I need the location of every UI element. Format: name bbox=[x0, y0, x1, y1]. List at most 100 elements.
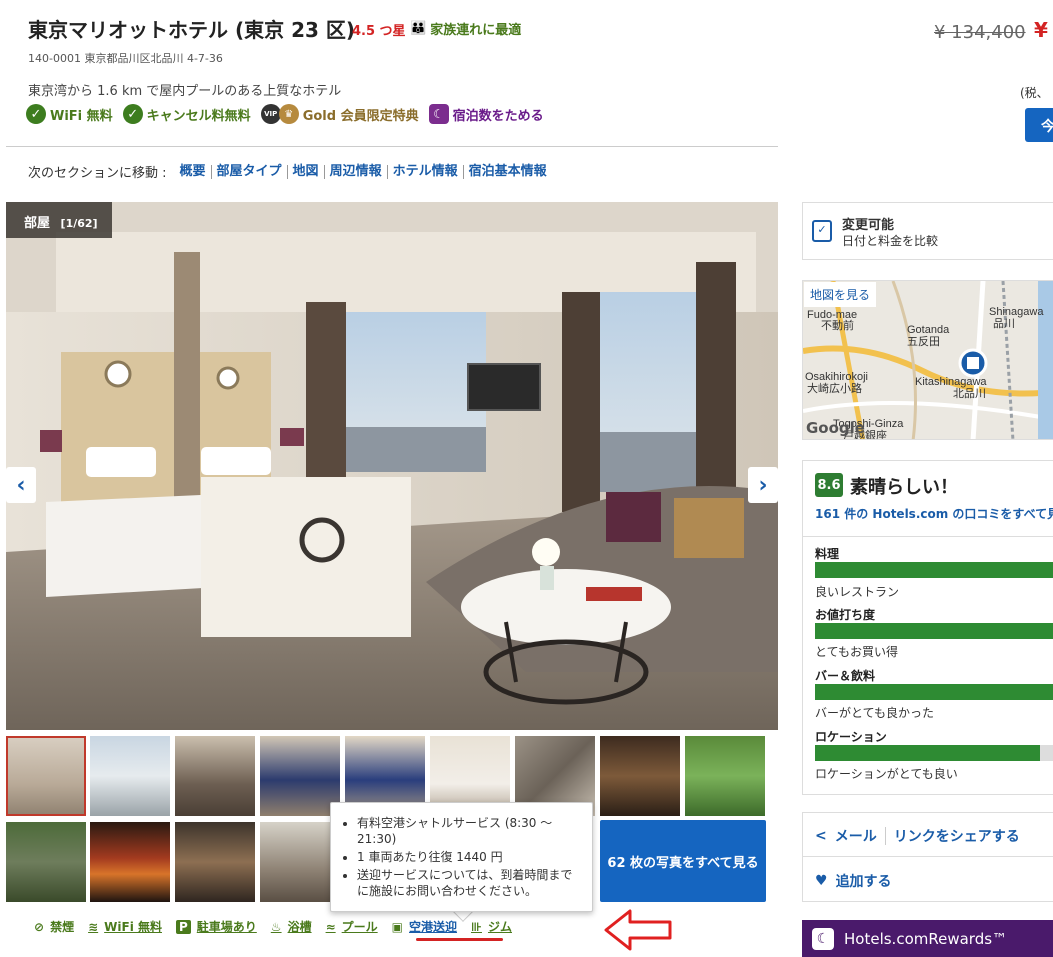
see-all-photos-button[interactable]: 62 枚の写真をすべて見る bbox=[600, 820, 766, 902]
red-arrow-annotation bbox=[604, 909, 672, 951]
family-badge-label: 家族連れに最適 bbox=[430, 23, 522, 38]
parking-icon: P bbox=[175, 919, 191, 934]
amenity-wifi-label: WiFi 無料 bbox=[50, 108, 113, 124]
section-link-nearby[interactable]: 周辺情報 bbox=[325, 164, 388, 179]
thumbnail[interactable] bbox=[175, 822, 255, 902]
highlight-underline bbox=[416, 938, 503, 941]
facility-pool[interactable]: ≈ プール bbox=[326, 918, 378, 935]
photo-counter: [1/62] bbox=[60, 217, 98, 230]
review-divider bbox=[802, 536, 1053, 537]
hotel-tagline: 東京湾から 1.6 km で屋内プールのある上質なホテル bbox=[28, 84, 342, 99]
change-dates-title: 変更可能 bbox=[842, 218, 895, 233]
amenity-gold: VIP ♛ Gold 会員限定特典 bbox=[260, 104, 419, 124]
change-dates-subtitle: 日付と料金を比較 bbox=[842, 234, 939, 248]
thumbnail[interactable] bbox=[175, 736, 255, 816]
section-link-hotel-info[interactable]: ホテル情報 bbox=[388, 164, 464, 179]
facility-label: WiFi 無料 bbox=[104, 920, 162, 934]
all-reviews-link[interactable]: 161 件の Hotels.com の口コミをすべて見る bbox=[815, 505, 1053, 522]
gift-icon: ♛ bbox=[278, 104, 299, 124]
tooltip-item: 1 車両あたり往復 1440 円 bbox=[357, 849, 578, 865]
map-place-kitashinagawa-jp: 北品川 bbox=[953, 387, 986, 400]
calendar-check-icon: ✓ bbox=[812, 220, 832, 242]
hotel-room-photo bbox=[6, 202, 778, 730]
family-badge: 👪 家族連れに最適 bbox=[410, 19, 521, 38]
category-bar-fill bbox=[815, 562, 1053, 578]
check-icon: ✓ bbox=[122, 104, 143, 124]
category-description: ロケーションがとても良い bbox=[815, 767, 958, 781]
main-photo[interactable] bbox=[6, 202, 778, 730]
amenity-stay: ☾ 宿泊数をためる bbox=[428, 104, 544, 124]
heart-icon: ♥ bbox=[815, 873, 828, 889]
view-map-link[interactable]: 地図を見る bbox=[804, 282, 877, 307]
category-description: とてもお買い得 bbox=[815, 645, 899, 659]
amenity-row: ✓ WiFi 無料 ✓ キャンセル料無料 VIP ♛ Gold 会員限定特典 ☾… bbox=[26, 104, 544, 124]
prev-photo-button[interactable]: ‹ bbox=[6, 467, 36, 503]
share-icon: < bbox=[815, 828, 827, 844]
rewards-banner[interactable]: ☾ Hotels.comRewards™ bbox=[802, 920, 1053, 957]
category-bar bbox=[815, 623, 1053, 639]
facility-label: 空港送迎 bbox=[409, 920, 458, 934]
facility-bathtub[interactable]: ♨ 浴槽 bbox=[271, 918, 312, 935]
facility-label: 駐車場あり bbox=[196, 920, 257, 934]
tax-note: (税、 bbox=[1020, 86, 1049, 100]
tooltip-item: 送迎サービスについては、到着時間までに施設にお問い合わせください。 bbox=[357, 867, 578, 899]
thumbnail[interactable] bbox=[6, 822, 86, 902]
google-logo: Google bbox=[806, 419, 865, 437]
family-icon: 👪 bbox=[410, 21, 427, 36]
review-score: 8.6 bbox=[815, 473, 843, 497]
category-bar-fill bbox=[815, 623, 1053, 639]
rewards-label: Hotels.comRewards™ bbox=[844, 929, 1008, 948]
map-place-gotanda-jp: 五反田 bbox=[907, 335, 940, 348]
category-label: 料理 bbox=[815, 547, 840, 561]
map-place-osaki-jp: 大崎広小路 bbox=[807, 381, 862, 395]
amenity-wifi: ✓ WiFi 無料 bbox=[26, 104, 113, 124]
pool-icon: ≈ bbox=[325, 919, 336, 934]
amenity-cancel-label: キャンセル料無料 bbox=[146, 108, 251, 124]
thumbnail[interactable] bbox=[260, 822, 340, 902]
book-button[interactable]: 今 bbox=[1025, 108, 1053, 142]
moon-icon: ☾ bbox=[812, 927, 834, 950]
chevron-left-icon: ‹ bbox=[16, 472, 26, 498]
share-separator bbox=[884, 827, 886, 845]
category-label: お値打ち度 bbox=[815, 608, 876, 622]
share-divider bbox=[802, 856, 1053, 857]
section-nav-prefix: 次のセクションに移動 : bbox=[28, 166, 167, 181]
section-link-map[interactable]: 地図 bbox=[288, 164, 325, 179]
thumbnail[interactable] bbox=[600, 736, 680, 816]
add-favorite-row[interactable]: ♥ 追加する bbox=[815, 871, 892, 891]
header-divider bbox=[6, 146, 778, 147]
thumbnail[interactable] bbox=[90, 736, 170, 816]
mail-share-button[interactable]: メール bbox=[835, 826, 877, 846]
thumbnail[interactable] bbox=[90, 822, 170, 902]
gym-icon: ⊪ bbox=[471, 919, 482, 934]
section-link-overview[interactable]: 概要 bbox=[175, 164, 212, 179]
facility-airport-shuttle[interactable]: ▣ 空港送迎 bbox=[392, 918, 457, 935]
category-bar-fill bbox=[815, 745, 1041, 761]
map-place-shinagawa-jp: 品川 bbox=[993, 317, 1015, 330]
section-link-policies[interactable]: 宿泊基本情報 bbox=[464, 164, 552, 179]
hotel-building-icon bbox=[967, 357, 979, 369]
chevron-right-icon: › bbox=[758, 472, 768, 498]
facility-wifi[interactable]: ≋ WiFi 無料 bbox=[88, 918, 162, 935]
thumbnail[interactable] bbox=[6, 736, 86, 816]
change-dates-card[interactable] bbox=[802, 202, 1053, 260]
category-label: バー＆飲料 bbox=[815, 669, 876, 683]
category-label: ロケーション bbox=[815, 730, 887, 744]
map-place-fudo-jp: 不動前 bbox=[821, 318, 854, 332]
check-icon: ✓ bbox=[26, 104, 46, 124]
section-link-rooms[interactable]: 部屋タイプ bbox=[212, 164, 288, 179]
review-verdict: 素晴らしい！ bbox=[850, 477, 958, 498]
thumbnail[interactable] bbox=[260, 736, 340, 816]
category-bar bbox=[815, 562, 1053, 578]
share-link-button[interactable]: リンクをシェアする bbox=[894, 826, 1020, 846]
facility-label: プール bbox=[341, 920, 378, 934]
section-nav: 次のセクションに移動 : 概要 部屋タイプ 地図 周辺情報 ホテル情報 宿泊基本… bbox=[28, 162, 552, 181]
star-rating: 4.5 つ星 bbox=[352, 24, 406, 39]
next-photo-button[interactable]: › bbox=[748, 467, 778, 503]
thumbnail[interactable] bbox=[685, 736, 765, 816]
category-bar bbox=[815, 684, 1053, 700]
add-favorite-label: 追加する bbox=[835, 874, 892, 890]
facility-gym[interactable]: ⊪ ジム bbox=[471, 918, 512, 935]
facility-no-smoking: ⊘ 禁煙 bbox=[34, 918, 74, 935]
facility-parking[interactable]: P 駐車場あり bbox=[175, 918, 257, 935]
